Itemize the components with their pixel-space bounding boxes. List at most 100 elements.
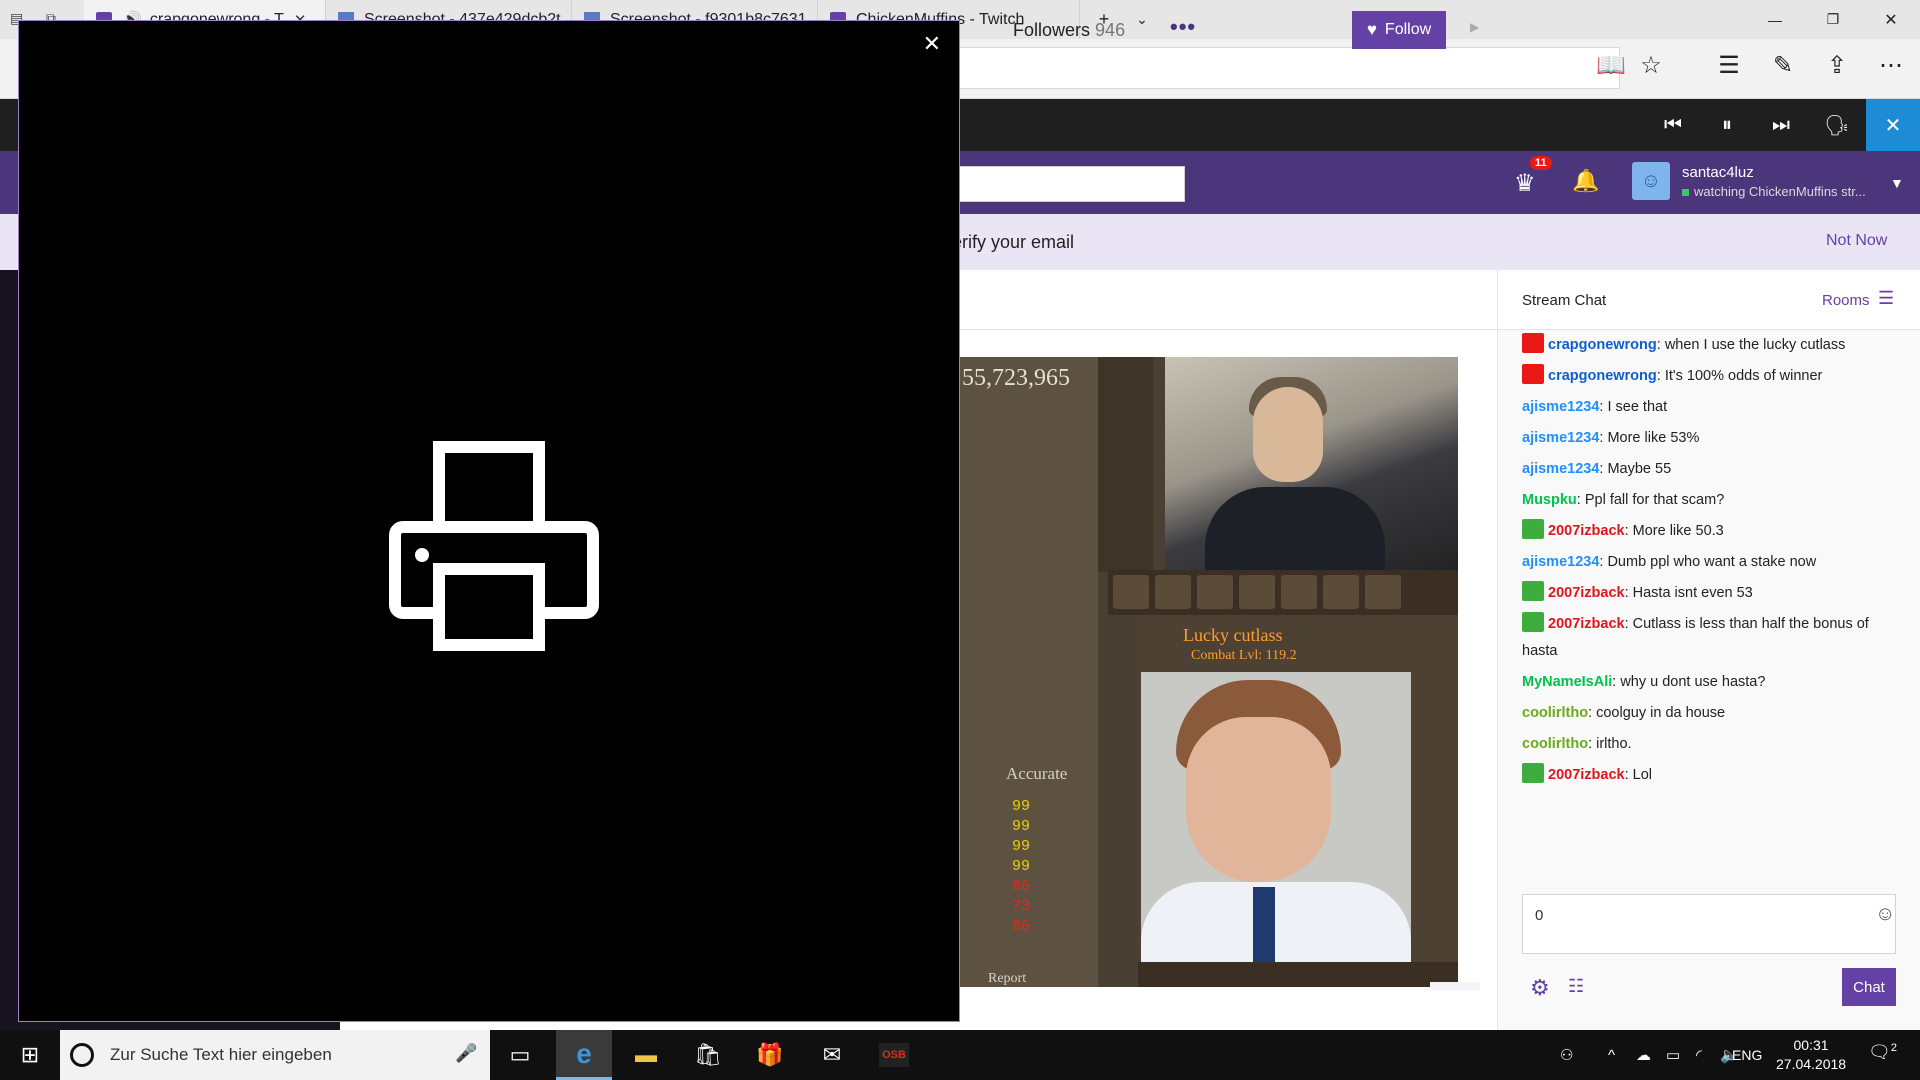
twitch-search-input[interactable] <box>950 166 1185 202</box>
chat-text: : Hasta isnt even 53 <box>1624 585 1753 601</box>
chat-username[interactable]: crapgonewrong <box>1548 337 1657 353</box>
rooms-list-icon[interactable]: ☰ <box>1878 288 1894 309</box>
chat-username[interactable]: crapgonewrong <box>1548 368 1657 384</box>
clock-date: 27.04.2018 <box>1776 1056 1847 1072</box>
chat-username[interactable]: ajisme1234 <box>1522 430 1599 446</box>
windows-taskbar: ⊞ Zur Suche Text hier eingeben 🎤 ▭ e ▬ 🛍… <box>0 1030 1920 1080</box>
chat-send-button[interactable]: Chat <box>1842 968 1896 1006</box>
broadcaster-badge-icon[interactable] <box>1522 364 1544 384</box>
user-name[interactable]: santac4luz <box>1682 164 1754 181</box>
tray-chevron-up-icon[interactable]: ^ <box>1608 1030 1615 1080</box>
chat-message: 2007izback: More like 50.3 <box>1522 516 1907 547</box>
chat-text: : Ppl fall for that scam? <box>1576 492 1725 508</box>
notifications-bell-icon[interactable]: 🔔 <box>1572 168 1599 194</box>
cam-face <box>1253 387 1323 482</box>
chat-text: : Maybe 55 <box>1599 461 1672 477</box>
chat-username[interactable]: 2007izback <box>1548 523 1625 539</box>
windows-start-icon[interactable]: ⊞ <box>0 1030 60 1080</box>
clock[interactable]: 00:31 27.04.2018 <box>1776 1036 1846 1074</box>
chat-text: : Dumb ppl who want a stake now <box>1599 554 1817 570</box>
not-now-link[interactable]: Not Now <box>1826 232 1887 250</box>
restore-button[interactable]: ❐ <box>1808 0 1858 39</box>
tab-list-button[interactable]: ⌄ <box>1128 0 1156 39</box>
wifi-icon[interactable]: ◜ <box>1696 1030 1702 1080</box>
minimize-button[interactable]: — <box>1750 0 1800 39</box>
broadcaster-badge-icon[interactable] <box>1522 333 1544 353</box>
emote-picker-icon[interactable]: ☺ <box>1875 903 1895 926</box>
close-icon[interactable]: ✕ <box>923 31 941 57</box>
chat-username[interactable]: ajisme1234 <box>1522 554 1599 570</box>
previous-icon[interactable]: ⏮ <box>1646 99 1700 151</box>
search-placeholder: Zur Suche Text hier eingeben <box>110 1045 332 1064</box>
file-explorer-icon[interactable]: ▬ <box>618 1030 674 1080</box>
avatar[interactable]: ☺ <box>1632 162 1670 200</box>
stream-chat: Stream Chat Rooms ☰ crapgonewrong: when … <box>1497 270 1920 1030</box>
prime-crown-icon[interactable]: ♛ <box>1514 169 1542 197</box>
task-view-icon[interactable]: ▭ <box>492 1030 548 1080</box>
skill-level: 73 <box>1011 898 1030 915</box>
chat-message-list: crapgonewrong: when I use the lucky cutl… <box>1522 330 1907 791</box>
report-label: Report <box>988 971 1027 986</box>
chat-username[interactable]: coolirltho <box>1522 736 1588 752</box>
chat-settings-gear-icon[interactable]: ⚙ <box>1530 975 1550 1001</box>
skill-level: 99 <box>1011 858 1030 875</box>
edge-browser-icon[interactable]: e <box>556 1030 612 1080</box>
cortana-icon <box>70 1043 94 1067</box>
onedrive-icon[interactable]: ☁ <box>1636 1030 1651 1080</box>
reading-view-icon[interactable]: 📖 <box>1596 50 1626 80</box>
screen: ▤ ⧉ 🔊 crapgonewrong - T ✕ Screenshot - 4… <box>0 0 1920 1080</box>
next-icon[interactable]: ⏭ <box>1754 99 1808 151</box>
battery-icon[interactable]: ▭ <box>1666 1030 1680 1080</box>
sword-badge-icon[interactable] <box>1522 763 1544 783</box>
follow-button[interactable]: ♥ Follow <box>1352 11 1446 49</box>
viewer-list-icon[interactable]: ☷ <box>1568 976 1584 997</box>
webcam-feed <box>1165 357 1458 587</box>
taskbar-search[interactable]: Zur Suche Text hier eingeben 🎤 <box>60 1030 490 1080</box>
chat-username[interactable]: 2007izback <box>1548 585 1625 601</box>
chat-text: : irltho. <box>1588 736 1632 752</box>
game-tab-bar <box>1108 570 1458 615</box>
favorites-hub-icon[interactable]: ☰ <box>1714 50 1744 80</box>
video-player[interactable]: 55,723,965 Lucky cutlass Combat Lvl: 119… <box>958 357 1458 987</box>
more-options-icon[interactable]: ••• <box>1170 14 1196 40</box>
mail-icon[interactable]: ✉ <box>804 1030 860 1080</box>
read-aloud-close-button[interactable]: ✕ <box>1866 99 1920 151</box>
chevron-down-icon[interactable]: ▼ <box>1890 175 1904 191</box>
action-center-icon[interactable]: 🗨2 <box>1868 1042 1897 1063</box>
chat-message: coolirltho: irltho. <box>1522 729 1907 760</box>
prayer-tab-icon <box>1323 575 1359 609</box>
gift-app-icon[interactable]: 🎁 <box>742 1030 798 1080</box>
favorite-star-icon[interactable]: ☆ <box>1636 50 1666 80</box>
skill-levels: 99 99 99 99 86 73 86 <box>990 797 1030 937</box>
microphone-icon[interactable]: 🎤 <box>455 1043 477 1064</box>
caret-right-icon[interactable]: ▶ <box>1470 20 1479 34</box>
chat-username[interactable]: ajisme1234 <box>1522 399 1599 415</box>
chat-username[interactable]: 2007izback <box>1548 616 1625 632</box>
sword-badge-icon[interactable] <box>1522 519 1544 539</box>
pause-icon[interactable]: ⏸ <box>1700 99 1754 151</box>
chat-username[interactable]: MyNameIsAli <box>1522 674 1612 690</box>
rooms-button[interactable]: Rooms <box>1822 292 1870 309</box>
voice-settings-icon[interactable]: 🗣 <box>1810 99 1864 151</box>
sword-badge-icon[interactable] <box>1522 581 1544 601</box>
osbuddy-icon[interactable]: OSB <box>866 1030 922 1080</box>
sword-badge-icon[interactable] <box>1522 612 1544 632</box>
chat-username[interactable]: Muspku <box>1522 492 1577 508</box>
pen-icon[interactable]: ✎ <box>1768 50 1798 80</box>
chat-input[interactable]: 0 ☺ <box>1522 894 1896 954</box>
chat-username[interactable]: 2007izback <box>1548 767 1625 783</box>
chat-username[interactable]: ajisme1234 <box>1522 461 1599 477</box>
more-icon[interactable]: ⋯ <box>1876 50 1906 80</box>
chat-text: : More like 53% <box>1599 430 1700 446</box>
chat-username[interactable]: coolirltho <box>1522 705 1588 721</box>
attack-style-label: Accurate <box>1006 764 1068 783</box>
followers-tab[interactable]: Followers 946 <box>1013 20 1125 41</box>
print-preview-dialog: ✕ <box>18 20 960 1022</box>
store-icon[interactable]: 🛍 <box>680 1030 736 1080</box>
chat-text: : why u dont use hasta? <box>1612 674 1766 690</box>
skill-level: 99 <box>1011 818 1030 835</box>
language-indicator[interactable]: ENG <box>1732 1030 1762 1080</box>
share-icon[interactable]: ⇪ <box>1822 50 1852 80</box>
people-icon[interactable]: ⚇ <box>1560 1030 1573 1080</box>
window-close-button[interactable]: ✕ <box>1866 0 1916 39</box>
